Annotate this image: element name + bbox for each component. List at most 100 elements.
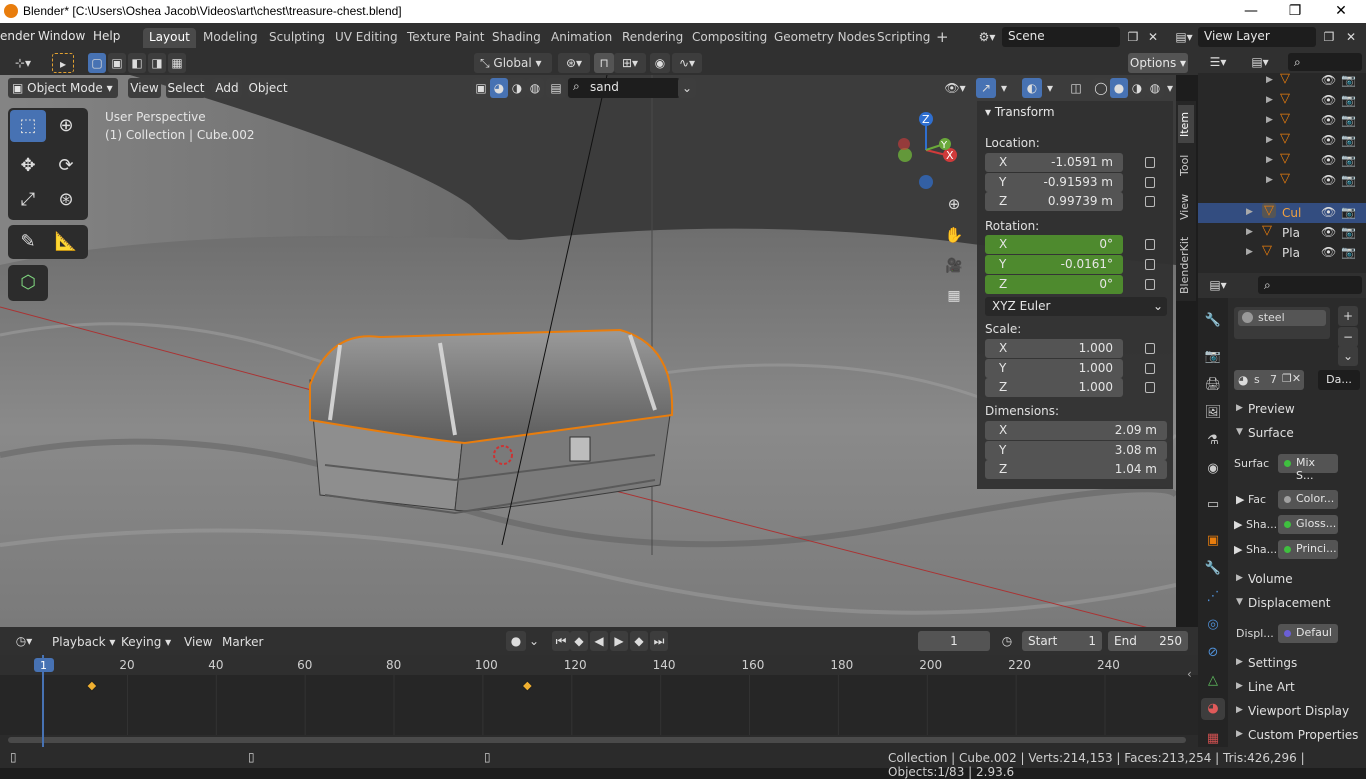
expand-arrow-icon[interactable]: ▶: [1246, 207, 1253, 217]
view-layer-icon[interactable]: 🖼: [1201, 402, 1225, 424]
camera-view-icon[interactable]: 🎥: [942, 256, 966, 280]
tab-tool[interactable]: Tool: [1178, 149, 1194, 181]
tab-layout[interactable]: Layout: [143, 28, 196, 48]
gizmo-neg-y-icon[interactable]: [898, 148, 912, 162]
snap-toggle-icon[interactable]: ⊓: [594, 53, 614, 73]
expand-arrow-icon[interactable]: ▶: [1266, 75, 1273, 85]
data-link-dropdown[interactable]: Da...: [1318, 370, 1360, 390]
delete-scene-icon[interactable]: ✕: [1142, 27, 1164, 47]
eye-icon[interactable]: 👁: [1321, 73, 1336, 87]
lock-icon[interactable]: [1145, 157, 1155, 168]
shading-material-icon[interactable]: ◑: [508, 78, 526, 98]
dimension-x-field[interactable]: X 2.09 m: [985, 421, 1167, 440]
viewport-search-input[interactable]: ⌕ sand: [568, 78, 680, 98]
shading-solid-icon[interactable]: ◕: [490, 78, 508, 98]
timeline-scrollbar[interactable]: [8, 737, 1186, 743]
modifiers-wrench-icon[interactable]: 🔧: [1201, 558, 1225, 580]
jump-end-icon[interactable]: ⏭: [650, 631, 668, 651]
outliner-row[interactable]: ▶ ▽ 👁 📷: [1198, 131, 1366, 151]
select-new-icon[interactable]: ▢: [88, 53, 106, 73]
move-tool-icon[interactable]: ✥: [10, 150, 46, 182]
eye-icon[interactable]: 👁: [1321, 113, 1336, 127]
timeline-area[interactable]: 20 40 60 80 100 120 140 160 180 200 220 240 1: [0, 655, 1198, 747]
tool-settings-icon[interactable]: 🔧: [1201, 310, 1225, 332]
shading-wireframe-icon[interactable]: ◯: [1092, 78, 1110, 98]
jump-next-keyframe-icon[interactable]: ◆: [630, 631, 648, 651]
remove-slot-button[interactable]: −: [1338, 327, 1358, 347]
scale-y-field[interactable]: Y 1.000: [985, 359, 1123, 378]
tab-view[interactable]: View: [1178, 189, 1194, 225]
rotation-y-field[interactable]: Y -0.0161°: [985, 255, 1123, 274]
menu-view[interactable]: View: [128, 78, 161, 98]
proportional-edit-icon[interactable]: ◉: [650, 53, 670, 73]
start-frame-field[interactable]: Start 1: [1022, 631, 1102, 651]
camera-icon[interactable]: 📷: [1341, 245, 1356, 259]
rotation-mode-dropdown[interactable]: XYZ Euler ⌄: [985, 297, 1167, 316]
new-view-layer-icon[interactable]: ❐: [1318, 27, 1340, 47]
properties-editor-type-icon[interactable]: ▤▾: [1202, 275, 1234, 295]
expand-arrow-icon[interactable]: ▶: [1266, 155, 1273, 165]
world-icon[interactable]: ◉: [1201, 458, 1225, 480]
scene-name-field[interactable]: Scene: [1002, 27, 1120, 47]
current-frame-field[interactable]: 1: [918, 631, 990, 651]
delete-view-layer-icon[interactable]: ✕: [1340, 27, 1362, 47]
play-icon[interactable]: ▶: [610, 631, 628, 651]
expand-arrow-icon[interactable]: ▶: [1266, 135, 1273, 145]
location-y-field[interactable]: Y -0.91593 m: [985, 173, 1123, 192]
eye-icon[interactable]: 👁: [1321, 225, 1336, 239]
section-viewport-display[interactable]: ▶ Viewport Display: [1228, 701, 1366, 723]
snap-target-icon[interactable]: ⊞▾: [614, 53, 646, 73]
options-dropdown[interactable]: Options ▾: [1128, 53, 1188, 73]
minimize-button[interactable]: —: [1228, 0, 1274, 23]
render-icon[interactable]: 📷: [1201, 346, 1225, 368]
properties-search-input[interactable]: ⌕: [1258, 276, 1362, 294]
outliner-row[interactable]: ▶ ▽ 👁 📷: [1198, 111, 1366, 131]
select-subtract-icon[interactable]: ◧: [128, 53, 146, 73]
material-slot-list[interactable]: steel: [1234, 307, 1330, 339]
tab-modeling[interactable]: Modeling: [197, 28, 264, 48]
shader2-field[interactable]: Princi...: [1278, 540, 1338, 559]
tab-geometry-nodes[interactable]: Geometry Nodes: [768, 28, 881, 48]
add-cube-tool-icon[interactable]: ⬡: [10, 267, 46, 299]
navigation-gizmo[interactable]: Z X Y: [890, 108, 970, 193]
menu-object[interactable]: Object: [248, 78, 288, 98]
lock-icon[interactable]: [1145, 382, 1155, 393]
timeline-editor-type-icon[interactable]: ◷▾: [8, 631, 40, 651]
camera-icon[interactable]: 📷: [1341, 133, 1356, 147]
fac-field[interactable]: Color...: [1278, 490, 1338, 509]
gizmo-neg-z-icon[interactable]: [919, 175, 933, 189]
camera-icon[interactable]: 📷: [1341, 173, 1356, 187]
section-custom-properties[interactable]: ▶ Custom Properties: [1228, 725, 1366, 747]
shading-wire-icon[interactable]: ▣: [472, 78, 490, 98]
transform-orientation-dropdown[interactable]: ⤡ Global ▾: [474, 53, 552, 73]
shading-dropdown-icon[interactable]: ▾: [1164, 78, 1176, 98]
object-data-icon[interactable]: △: [1201, 670, 1225, 692]
eye-icon[interactable]: 👁: [1321, 153, 1336, 167]
surface-shader-field[interactable]: Mix S...: [1278, 454, 1338, 482]
camera-icon[interactable]: 📷: [1341, 73, 1356, 87]
scene-icon[interactable]: ⚗: [1201, 430, 1225, 452]
expand-arrow-icon[interactable]: ▶: [1266, 95, 1273, 105]
select-invert-icon[interactable]: ◨: [148, 53, 166, 73]
lock-icon[interactable]: [1145, 196, 1155, 207]
transform-panel-header[interactable]: ▾ Transform: [985, 105, 1055, 119]
particles-icon[interactable]: ⋰: [1201, 586, 1225, 608]
material-browse[interactable]: ◕ s 7 ❐✕: [1234, 370, 1304, 390]
rotation-x-field[interactable]: X 0°: [985, 235, 1123, 254]
lock-icon[interactable]: [1145, 259, 1155, 270]
search-dropdown-icon[interactable]: ⌄: [678, 78, 696, 98]
lock-icon[interactable]: [1145, 177, 1155, 188]
outliner-search-input[interactable]: ⌕: [1288, 53, 1362, 71]
shader1-field[interactable]: Gloss...: [1278, 515, 1338, 534]
shader1-label[interactable]: ▶ Sha...: [1234, 518, 1277, 531]
pan-hand-icon[interactable]: ✋: [942, 225, 966, 249]
tab-item[interactable]: Item: [1178, 105, 1194, 143]
gizmo-neg-x-icon[interactable]: [898, 138, 910, 150]
expand-arrow-icon[interactable]: ▶: [1266, 175, 1273, 185]
collection-icon[interactable]: ▭: [1201, 494, 1225, 516]
outliner-row[interactable]: ▶ ▽ Pla 👁 📷: [1198, 223, 1366, 243]
eye-icon[interactable]: 👁: [1321, 245, 1336, 259]
record-icon[interactable]: ●: [506, 631, 526, 651]
pivot-point-icon[interactable]: ⊛▾: [558, 53, 590, 73]
add-slot-button[interactable]: +: [1338, 306, 1358, 326]
